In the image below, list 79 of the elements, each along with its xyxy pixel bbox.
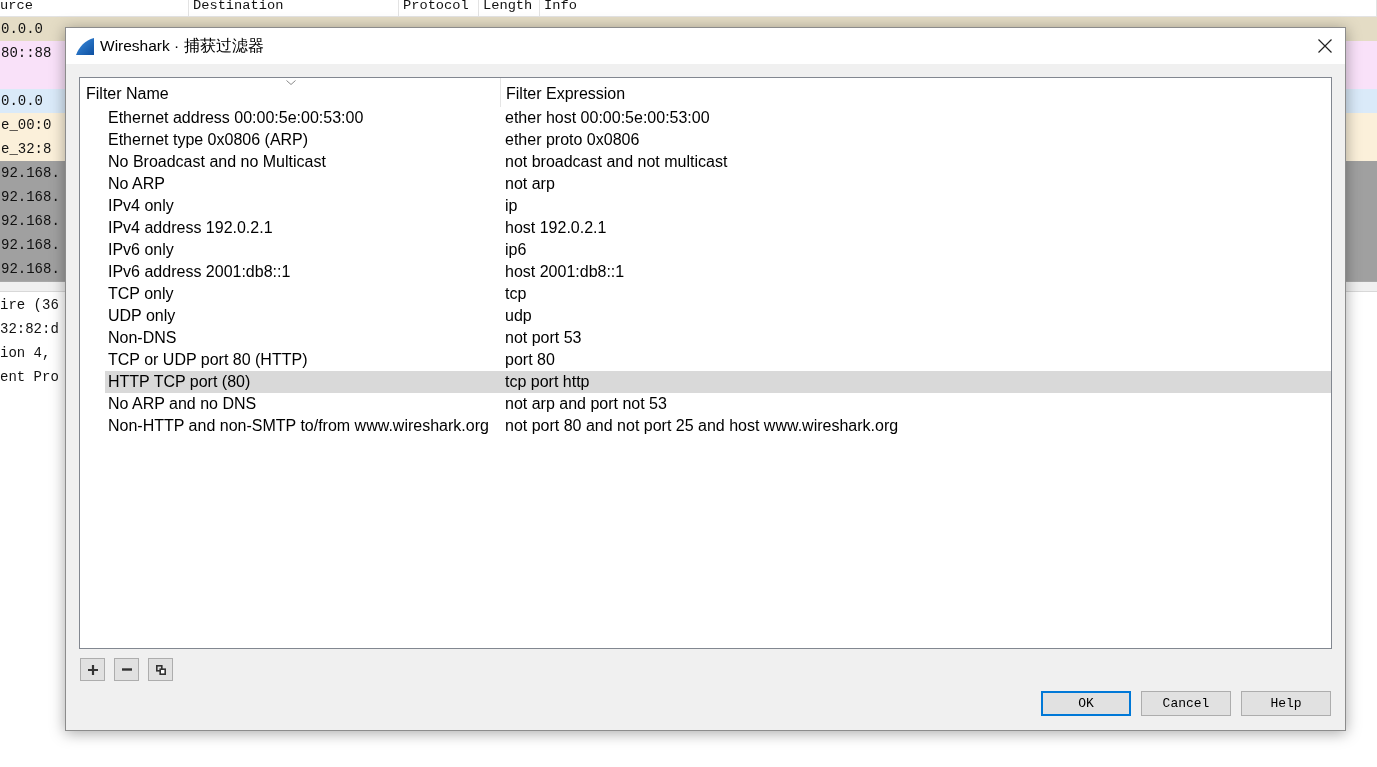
dialog-button[interactable]: OK [1041,691,1131,716]
table-cell-text: tcp [504,285,527,303]
column-header[interactable]: urce [0,0,189,16]
table-cell-text: host 2001:db8::1 [504,263,625,281]
copy-button[interactable] [148,658,173,681]
table-row[interactable]: IPv4 address 192.0.2.1 host 192.0.2.1 [105,217,1331,239]
remove-button[interactable] [114,658,139,681]
window-title: Wireshark · 捕获过滤器 [100,35,264,56]
table-cell: 80::88 [0,45,52,61]
table-cell: e_00:0 [0,117,52,133]
minus-icon [121,668,132,671]
dialog-button[interactable]: Cancel [1141,691,1231,716]
table-row[interactable]: Ethernet address 00:00:5e:00:53:00 ether host 00:00:5e:00:53:00 [105,107,1331,129]
detail-line: ire (36 [0,296,59,315]
table-cell-text: tcp port http [504,373,590,391]
table-cell-text: UDP only [107,307,177,325]
table-cell-text: Non-DNS [107,329,178,347]
column-header[interactable]: Length [479,0,540,16]
table-cell-text: Non-HTTP and non-SMTP to/from www.wireshark.org [107,417,490,435]
table-cell: 92.168. [0,213,60,229]
table-row[interactable]: No ARP and no DNS not arp and port not 53 [105,393,1331,415]
column-header[interactable]: Destination [189,0,399,16]
shark-fin-icon [76,37,94,55]
table-cell-text: not broadcast and not multicast [504,153,728,171]
detail-line: ent Pro [0,368,59,387]
detail-line: ion 4, [0,344,51,363]
table-cell: 0.0.0 [0,21,43,37]
table-cell-text: Ethernet address 00:00:5e:00:53:00 [107,109,365,127]
table-row[interactable]: Non-DNS not port 53 [105,327,1331,349]
table-row[interactable]: Non-HTTP and non-SMTP to/from www.wireshark.org not port 80 and not port 25 and host www.wireshark.org [105,415,1331,437]
table-row[interactable]: UDP only udp [105,305,1331,327]
close-icon [1318,39,1332,53]
table-cell-text: Ethernet type 0x0806 (ARP) [107,131,310,149]
table-cell-text: IPv6 only [107,241,175,259]
table-cell: 0.0.0 [0,93,43,109]
table-cell-text: IPv4 address 192.0.2.1 [107,219,274,237]
column-header[interactable]: Filter Name [80,78,501,107]
table-cell-text: ether host 00:00:5e:00:53:00 [504,109,710,127]
table-cell-text: HTTP TCP port (80) [107,373,252,391]
plus-icon [87,664,98,675]
table-cell-text: not port 80 and not port 25 and host www.wireshark.org [504,417,899,435]
table-cell-text: No ARP and no DNS [107,395,258,413]
copy-icon [155,664,166,675]
table-row[interactable]: Ethernet type 0x0806 (ARP) ether proto 0x0806 [105,129,1331,151]
table-row[interactable]: No ARP not arp [105,173,1331,195]
table-cell-text: TCP only [107,285,175,303]
table-row[interactable]: IPv4 only ip [105,195,1331,217]
table-cell-text: No Broadcast and no Multicast [107,153,327,171]
table-cell-text: not arp [504,175,555,193]
table-row[interactable]: IPv6 address 2001:db8::1 host 2001:db8::1 [105,261,1331,283]
dialog-button[interactable]: Help [1241,691,1331,716]
table-cell-text: udp [504,307,532,325]
table-row[interactable]: IPv6 only ip6 [105,239,1331,261]
table-cell: 92.168. [0,237,60,253]
table-cell-text: IPv4 only [107,197,175,215]
column-header[interactable]: Info [540,0,1377,16]
table-cell-text: host 192.0.2.1 [504,219,607,237]
chevron-down-icon [286,80,296,85]
table-cell-text: not port 53 [504,329,582,347]
column-header[interactable]: Protocol [399,0,479,16]
table-cell-text: ip6 [504,241,527,259]
table-cell: 92.168. [0,165,60,181]
table-cell-text: IPv6 address 2001:db8::1 [107,263,292,281]
table-row[interactable]: TCP or UDP port 80 (HTTP) port 80 [105,349,1331,371]
table-row[interactable]: No Broadcast and no Multicast not broadcast and not multicast [105,151,1331,173]
add-button[interactable] [80,658,105,681]
column-header[interactable]: Filter Expression [501,78,1331,107]
table-cell-text: port 80 [504,351,555,369]
table-cell: 92.168. [0,261,60,277]
table-cell-text: No ARP [107,175,166,193]
detail-line: 32:82:d [0,320,59,339]
table-cell-text: ether proto 0x0806 [504,131,640,149]
table-cell: e_32:8 [0,141,52,157]
table-cell: 92.168. [0,189,60,205]
table-row[interactable]: HTTP TCP port (80) tcp port http [105,371,1331,393]
table-cell-text: TCP or UDP port 80 (HTTP) [107,351,309,369]
table-cell-text: not arp and port not 53 [504,395,667,413]
table-cell-text: ip [504,197,518,215]
table-row[interactable]: TCP only tcp [105,283,1331,305]
